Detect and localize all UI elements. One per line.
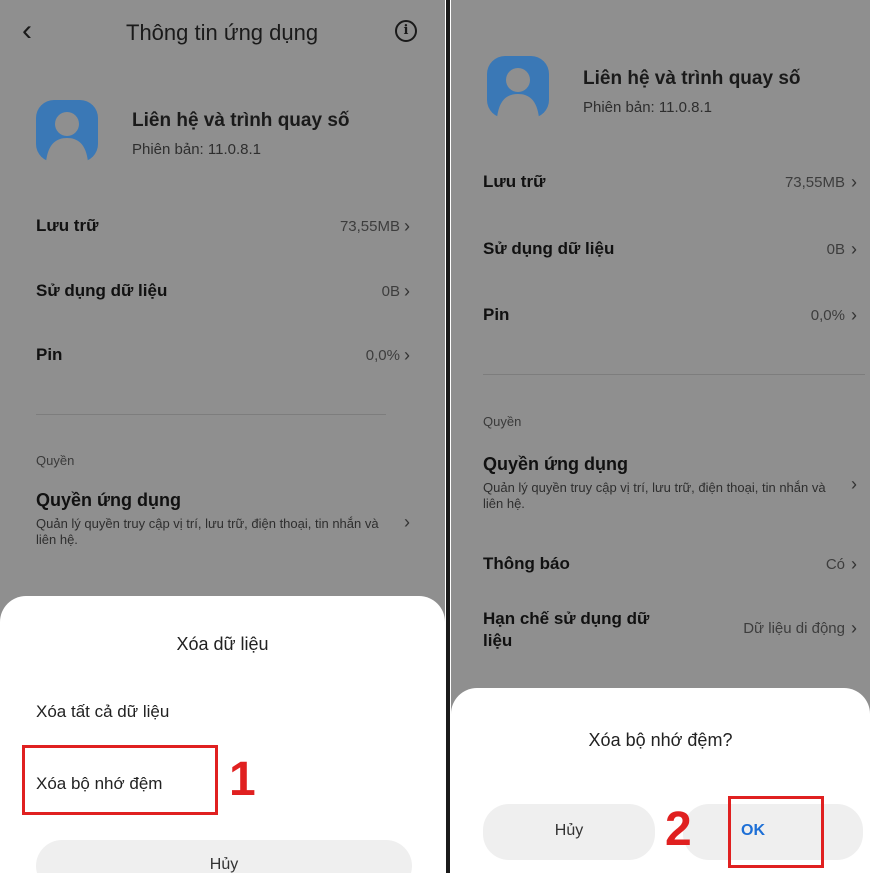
data-usage-row[interactable]: Sử dụng dữ liệu 0B › xyxy=(0,273,445,313)
section-label: Quyền xyxy=(36,453,75,468)
row-value: Có xyxy=(825,556,845,573)
row-label: Sử dụng dữ liệu xyxy=(36,281,168,300)
battery-row[interactable]: Pin 0,0% › xyxy=(0,337,445,377)
contact-person-icon xyxy=(36,100,98,162)
row-label: Pin xyxy=(483,305,510,324)
step-number-2: 2 xyxy=(665,803,692,856)
highlight-box-step-2 xyxy=(728,796,824,868)
row-value: 73,55MB xyxy=(784,174,845,191)
app-name: Liên hệ và trình quay số xyxy=(583,68,801,89)
chevron-right-icon: › xyxy=(404,512,410,532)
sheet-title: Xóa dữ liệu xyxy=(176,634,269,654)
chevron-right-icon: › xyxy=(404,345,410,365)
notifications-row[interactable]: Thông báo Có › xyxy=(451,548,870,588)
row-label: Quyền ứng dụng xyxy=(483,454,629,474)
row-description: Quản lý quyền truy cập vị trí, lưu trữ, … xyxy=(483,480,826,511)
chevron-right-icon: › xyxy=(404,281,410,301)
app-version: Phiên bản: 11.0.8.1 xyxy=(583,99,712,116)
right-screen: Liên hệ và trình quay số Phiên bản: 11.0… xyxy=(451,0,870,873)
page-title: Thông tin ứng dụng xyxy=(126,20,319,45)
app-name: Liên hệ và trình quay số xyxy=(132,110,350,131)
row-label: Lưu trữ xyxy=(36,216,99,235)
chevron-right-icon: › xyxy=(851,239,857,259)
row-label: Hạn chế sử dụng dữ liệu xyxy=(483,609,650,650)
clear-all-data-option[interactable]: Xóa tất cả dữ liệu xyxy=(36,702,169,722)
chevron-right-icon: › xyxy=(404,216,410,236)
row-label: Sử dụng dữ liệu xyxy=(483,239,615,258)
data-limit-row[interactable]: Hạn chế sử dụng dữ liệu Dữ liệu di động … xyxy=(451,606,870,656)
chevron-right-icon: › xyxy=(851,554,857,574)
chevron-right-icon: › xyxy=(851,172,857,192)
battery-row[interactable]: Pin 0,0% › xyxy=(451,297,870,337)
row-description: Quản lý quyền truy cập vị trí, lưu trữ, … xyxy=(36,516,379,547)
contact-person-icon xyxy=(487,56,549,118)
app-version: Phiên bản: 11.0.8.1 xyxy=(132,141,261,158)
row-value: 0,0% xyxy=(810,307,845,324)
row-label: Quyền ứng dụng xyxy=(36,490,182,510)
row-label: Pin xyxy=(36,345,63,364)
row-value: 73,55MB xyxy=(339,218,400,235)
cancel-label: Hủy xyxy=(554,822,584,839)
row-value: 0B xyxy=(826,241,845,258)
row-value: Dữ liệu di động xyxy=(743,620,845,637)
section-divider xyxy=(483,374,865,375)
row-value: 0,0% xyxy=(365,347,400,364)
clear-data-sheet: Xóa dữ liệu Xóa tất cả dữ liệu Xóa bộ nh… xyxy=(0,596,445,873)
cancel-label: Hủy xyxy=(209,856,239,873)
left-screen: ‹ Thông tin ứng dụng i Liên hệ và trình … xyxy=(0,0,445,873)
section-divider xyxy=(36,414,386,415)
highlight-box-step-1 xyxy=(22,745,218,815)
chevron-right-icon: › xyxy=(851,618,857,638)
storage-row[interactable]: Lưu trữ 73,55MB › xyxy=(451,164,870,204)
cancel-button[interactable]: Hủy xyxy=(483,804,655,860)
app-permissions-row[interactable]: Quyền ứng dụng Quản lý quyền truy cập vị… xyxy=(451,452,870,522)
section-label: Quyền xyxy=(483,414,522,429)
info-circle-icon[interactable]: i xyxy=(395,20,417,42)
row-value: 0B xyxy=(381,283,400,300)
step-number-1: 1 xyxy=(229,753,256,806)
data-usage-row[interactable]: Sử dụng dữ liệu 0B › xyxy=(451,231,870,271)
chevron-right-icon: › xyxy=(851,305,857,325)
chevron-right-icon: › xyxy=(851,474,857,494)
row-label: Lưu trữ xyxy=(483,172,546,191)
storage-row[interactable]: Lưu trữ 73,55MB › xyxy=(0,208,445,248)
cancel-button[interactable]: Hủy xyxy=(36,840,412,873)
app-permissions-row[interactable]: Quyền ứng dụng Quản lý quyền truy cập vị… xyxy=(0,488,445,558)
back-arrow-icon[interactable]: ‹ xyxy=(22,16,32,46)
dialog-title: Xóa bộ nhớ đệm? xyxy=(588,730,733,750)
row-label: Thông báo xyxy=(483,554,570,573)
